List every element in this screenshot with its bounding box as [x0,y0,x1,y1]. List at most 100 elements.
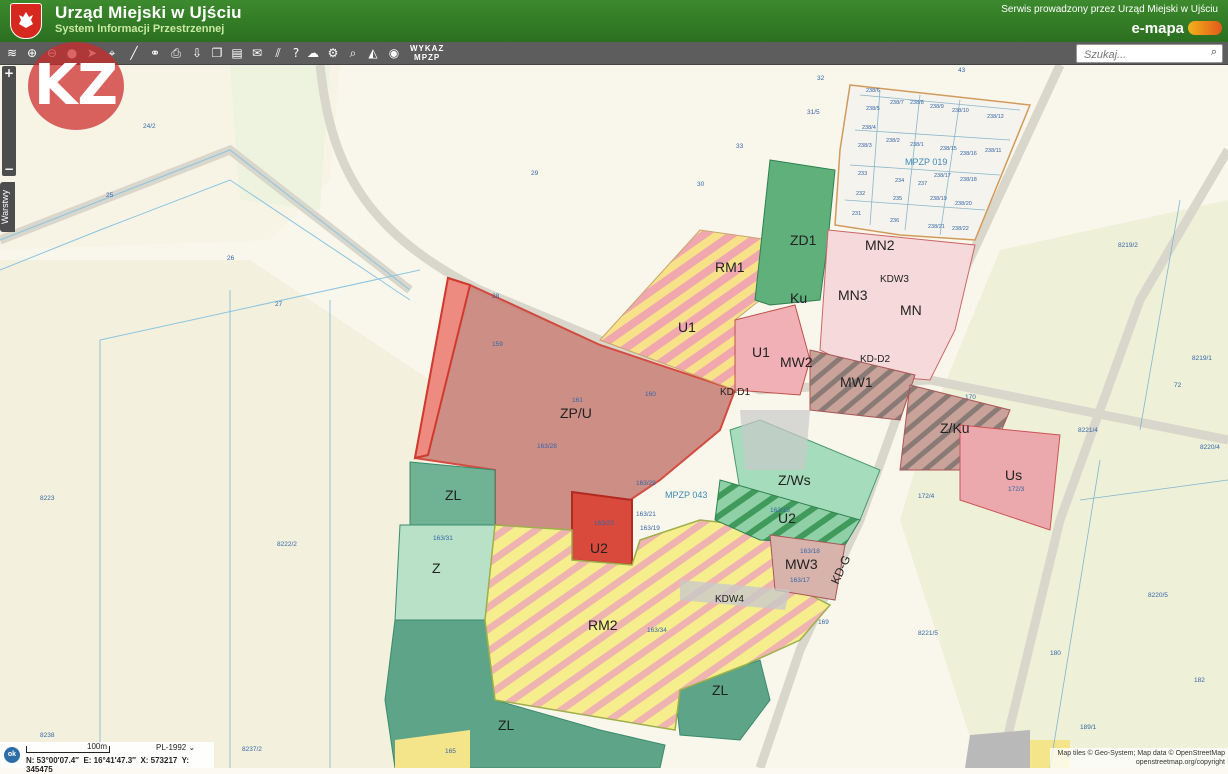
parcel-number: 26 [227,255,235,262]
zoom-in-button[interactable]: + [2,66,16,80]
parcel-number: 170 [965,394,976,401]
shapes-icon[interactable]: ◉ [386,45,402,61]
parcel-number: 238/2 [886,138,900,144]
plan-label-mw3: MW3 [785,556,818,572]
parcel-number: 238/22 [952,226,969,232]
parcel-number: 238/11 [985,148,1001,154]
brand-logo[interactable] [1188,21,1222,35]
parcel-number: 238/16 [960,151,977,157]
map-info-bar: ok 100m PL-1992 ⌄ N: 53°00′07.4″ E: 16°4… [0,742,214,774]
crs-select[interactable]: PL-1992 ⌄ [156,743,195,752]
attribution-link[interactable]: openstreetmap.org/copyright [1053,758,1225,767]
parcel-number: 169 [818,619,829,626]
plan-label-zl-1: ZL [445,487,462,503]
help-icon[interactable]: ? [288,45,304,61]
parcel-number: 238/1 [910,142,924,148]
parcel-number: 189/1 [1080,724,1097,731]
parcel-number: 238/19 [930,196,947,202]
crs-value: PL-1992 [156,743,187,752]
plan-label-mn: MN [900,302,922,318]
parcel-number: 163/17 [790,577,810,584]
triangle-icon[interactable]: ◭ [365,45,381,61]
parcel-number: 8238 [40,732,55,739]
parcel-number: 8223 [40,495,55,502]
search-map-icon[interactable]: ⌕ [345,45,361,61]
parcel-number: 182 [1194,677,1205,684]
plan-label-zd1: ZD1 [790,232,817,248]
parcel-number: 161 [572,397,583,404]
parcel-number: 238/21 [928,224,945,230]
cloud-icon[interactable]: ☁ [305,45,321,61]
coord-n: N: 53°00′07.4″ [26,756,79,765]
parcel-number: 238/6 [866,88,880,94]
table-icon[interactable]: ▤ [229,45,245,61]
header-title: Urząd Miejski w Ujściu [55,3,242,22]
scale-bar: 100m [26,742,110,753]
parcel-number: 8220/4 [1200,444,1220,451]
brand-name[interactable]: e-mapa [1131,20,1184,37]
parcel-number: 163/29 [636,480,656,487]
parcel-number: 233 [858,171,867,177]
parcel-number: 238/15 [940,146,957,152]
ok-button[interactable]: ok [4,747,20,763]
parcel-number: 163/23 [594,520,614,527]
parcel-number: 163/19 [640,525,660,532]
hatch-icon[interactable]: ⫽ [270,45,286,61]
plan-label-z: Z [432,560,441,576]
parcel-number: 30 [697,181,705,188]
plan-label-ku: Ku [790,290,807,306]
link-icon[interactable]: ⚭ [147,45,163,61]
zoom-out-button[interactable]: − [2,162,16,176]
copy-icon[interactable]: ❐ [209,45,225,61]
map-canvas[interactable]: ZP/U U2 ZL Z RM2 ZL ZL RM1 U1 U1 MW1 MW2… [0,65,1228,768]
download-icon[interactable]: ⇩ [189,45,205,61]
plan-label-mw1: MW1 [840,374,873,390]
search-box[interactable]: ⌕ [1076,44,1223,64]
road-label-kdw3: KDW3 [880,274,909,285]
parcel-number: 163/18 [800,548,820,555]
wykaz-mpzp-button[interactable]: WYKAZ MPZP [410,44,444,62]
layers-tab[interactable]: Warstwy [0,182,15,232]
search-input[interactable] [1082,46,1206,64]
parcel-number: 8221/4 [1078,427,1098,434]
parcel-number: 159 [492,341,503,348]
parcel-number: 8222/2 [277,541,297,548]
header-subtitle: System Informacji Przestrzennej [55,23,225,35]
plan-label-mw2: MW2 [780,354,813,370]
zoom-slider[interactable]: + − [2,66,16,176]
parcel-number: 163/21 [636,511,656,518]
search-icon[interactable]: ⌕ [1211,45,1217,59]
parcel-number: 238/10 [952,108,969,114]
parcel-number: 8221/5 [918,630,938,637]
map-attribution: Map tiles © Geo-System; Map data © OpenS… [1050,748,1228,768]
parcel-number: 238/9 [930,104,944,110]
parcel-number: 163/31 [433,535,453,542]
parcel-number: 8220/5 [1148,592,1168,599]
parcel-number: 8219/1 [1192,355,1212,362]
parcel-number: 33 [736,143,744,150]
header-bar: Urząd Miejski w Ujściu System Informacji… [0,0,1228,42]
parcel-number: 238/7 [890,100,904,106]
measure-icon[interactable]: ╱ [126,45,142,61]
layers-icon[interactable]: ≋ [4,45,20,61]
parcel-number: 238/18 [960,177,977,183]
parcel-number: 32 [817,75,825,82]
print-icon[interactable]: ⎙ [168,45,184,61]
parcel-number: 238/8 [910,100,924,106]
parcel-number: 163/15 [770,507,790,514]
parcel-number: 8237/2 [242,746,262,753]
parcel-number: 238/3 [858,143,872,149]
settings-icon[interactable]: ⚙ [325,45,341,61]
wykaz-label: WYKAZ [410,44,445,53]
scale-label: 100m [87,742,108,751]
zoom-track[interactable] [2,80,16,162]
parcel-number: 160 [645,391,656,398]
parcel-number: 172/4 [918,493,935,500]
parcel-number: 234 [895,178,904,184]
plan-label-u1-a: U1 [678,319,696,335]
road-label-kd-d1: KD-D1 [720,387,750,398]
comment-icon[interactable]: ✉ [249,45,265,61]
plan-label-mn3: MN3 [838,287,868,303]
parcel-number: 238/12 [987,114,1004,120]
toolbar: ≋ ⊕ ⊖ ● ➤ ⌖ ╱ ⚭ ⎙ ⇩ ❐ ▤ ✉ ⫽ ? ☁ ⚙ ⌕ ◭ ◉ … [0,42,1228,65]
